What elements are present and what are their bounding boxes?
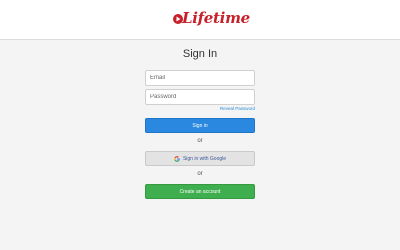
create-account-button[interactable]: Create an account — [145, 184, 255, 199]
password-field[interactable] — [145, 89, 255, 105]
create-account-button-label: Create an account — [179, 188, 221, 195]
logo-wordmark: Lifetime — [182, 9, 250, 27]
or-divider: or — [197, 171, 203, 177]
google-button-label: Sign in with Google — [182, 155, 227, 162]
email-field[interactable] — [145, 70, 255, 86]
sign-in-button-label: Sign in — [192, 122, 208, 129]
reveal-password-link[interactable]: Reveal Password — [220, 106, 255, 111]
top-header: Lifetime — [0, 0, 400, 40]
sign-in-button[interactable]: Sign in — [145, 118, 255, 133]
page-title: Sign In — [182, 48, 218, 60]
lifetime-logo[interactable]: Lifetime — [172, 9, 250, 29]
google-icon — [174, 155, 180, 162]
or-divider: or — [197, 138, 203, 144]
google-sign-in-button[interactable]: Sign in with Google — [145, 151, 255, 166]
